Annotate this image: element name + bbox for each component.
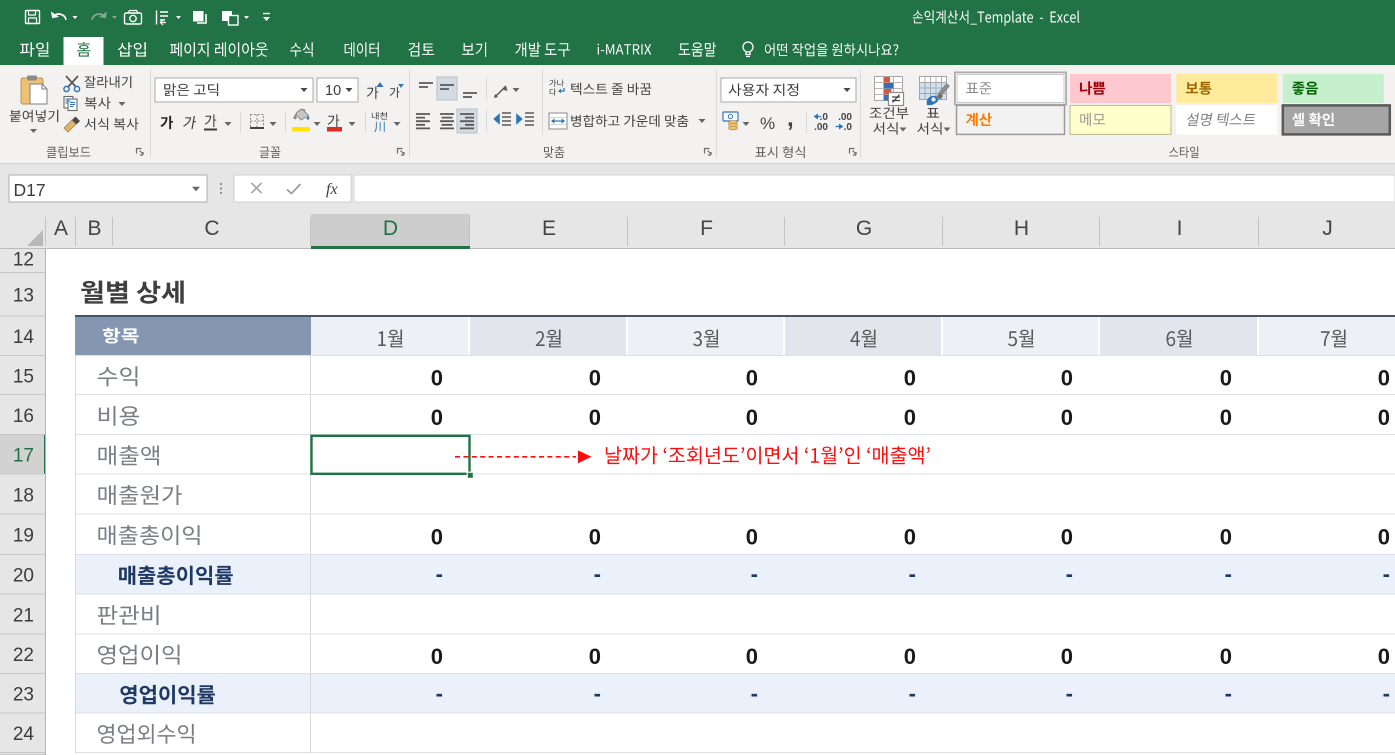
- svg-text:19: 19: [13, 526, 34, 547]
- svg-text:0: 0: [589, 644, 601, 669]
- svg-text:13: 13: [13, 286, 34, 307]
- svg-text:12: 12: [13, 250, 34, 271]
- svg-text:,: ,: [787, 105, 794, 132]
- svg-text:0: 0: [1220, 365, 1232, 390]
- svg-text:0: 0: [589, 365, 601, 390]
- svg-text:18: 18: [13, 485, 34, 506]
- svg-text:-: -: [751, 681, 758, 706]
- svg-text:24: 24: [13, 724, 35, 745]
- svg-text:0: 0: [1061, 525, 1073, 550]
- svg-text:-: -: [751, 562, 758, 587]
- svg-text:-: -: [1225, 681, 1232, 706]
- svg-text:-: -: [594, 562, 601, 587]
- svg-text:0: 0: [746, 405, 758, 430]
- svg-text:0: 0: [746, 525, 758, 550]
- svg-text:0: 0: [1220, 405, 1232, 430]
- svg-text:21: 21: [13, 605, 34, 626]
- svg-text:-: -: [1066, 562, 1073, 587]
- svg-text:-: -: [594, 681, 601, 706]
- svg-text:D: D: [383, 217, 398, 240]
- svg-text:0: 0: [1220, 525, 1232, 550]
- svg-text:%: %: [760, 114, 775, 133]
- svg-text:D17: D17: [14, 180, 46, 200]
- svg-text:-: -: [1383, 681, 1390, 706]
- svg-text:23: 23: [13, 685, 34, 706]
- svg-text:fx: fx: [326, 181, 338, 198]
- svg-text:0: 0: [431, 365, 443, 390]
- svg-text:B: B: [87, 217, 101, 240]
- svg-text:22: 22: [13, 645, 34, 666]
- svg-text:-: -: [436, 681, 443, 706]
- svg-text:0: 0: [904, 525, 916, 550]
- svg-text:0: 0: [431, 405, 443, 430]
- svg-text:0: 0: [431, 525, 443, 550]
- svg-text:C: C: [204, 217, 219, 240]
- svg-text:-: -: [909, 681, 916, 706]
- svg-text:I: I: [1177, 217, 1183, 240]
- svg-text:0: 0: [1061, 365, 1073, 390]
- svg-text:0: 0: [1220, 644, 1232, 669]
- svg-text:0: 0: [589, 405, 601, 430]
- svg-text:0: 0: [1061, 644, 1073, 669]
- svg-text:10: 10: [325, 83, 341, 99]
- svg-text:16: 16: [13, 406, 34, 427]
- svg-text:0: 0: [1061, 405, 1073, 430]
- svg-text:0: 0: [746, 644, 758, 669]
- svg-text:-: -: [1066, 681, 1073, 706]
- svg-text:.00: .00: [814, 122, 828, 133]
- svg-text:14: 14: [13, 327, 35, 348]
- svg-text:20: 20: [13, 566, 34, 587]
- svg-text:17: 17: [13, 446, 34, 467]
- svg-text:-: -: [1383, 562, 1390, 587]
- svg-text:0: 0: [431, 644, 443, 669]
- svg-text:G: G: [856, 217, 872, 240]
- svg-text:0: 0: [1378, 644, 1390, 669]
- svg-text:0: 0: [589, 525, 601, 550]
- svg-text:-: -: [1225, 562, 1232, 587]
- svg-text:0: 0: [1378, 525, 1390, 550]
- svg-text:-: -: [909, 562, 916, 587]
- svg-text:0: 0: [904, 644, 916, 669]
- svg-text:0: 0: [1378, 405, 1390, 430]
- svg-text:E: E: [542, 217, 556, 240]
- svg-text:F: F: [700, 217, 713, 240]
- svg-text:-: -: [436, 562, 443, 587]
- svg-text:.0: .0: [844, 122, 853, 133]
- svg-text:15: 15: [13, 367, 34, 388]
- svg-text:0: 0: [904, 405, 916, 430]
- svg-text:H: H: [1014, 217, 1029, 240]
- svg-text:0: 0: [746, 365, 758, 390]
- svg-text:A: A: [54, 217, 68, 240]
- svg-text:0: 0: [1378, 365, 1390, 390]
- svg-text:J: J: [1322, 217, 1333, 240]
- svg-text:0: 0: [904, 365, 916, 390]
